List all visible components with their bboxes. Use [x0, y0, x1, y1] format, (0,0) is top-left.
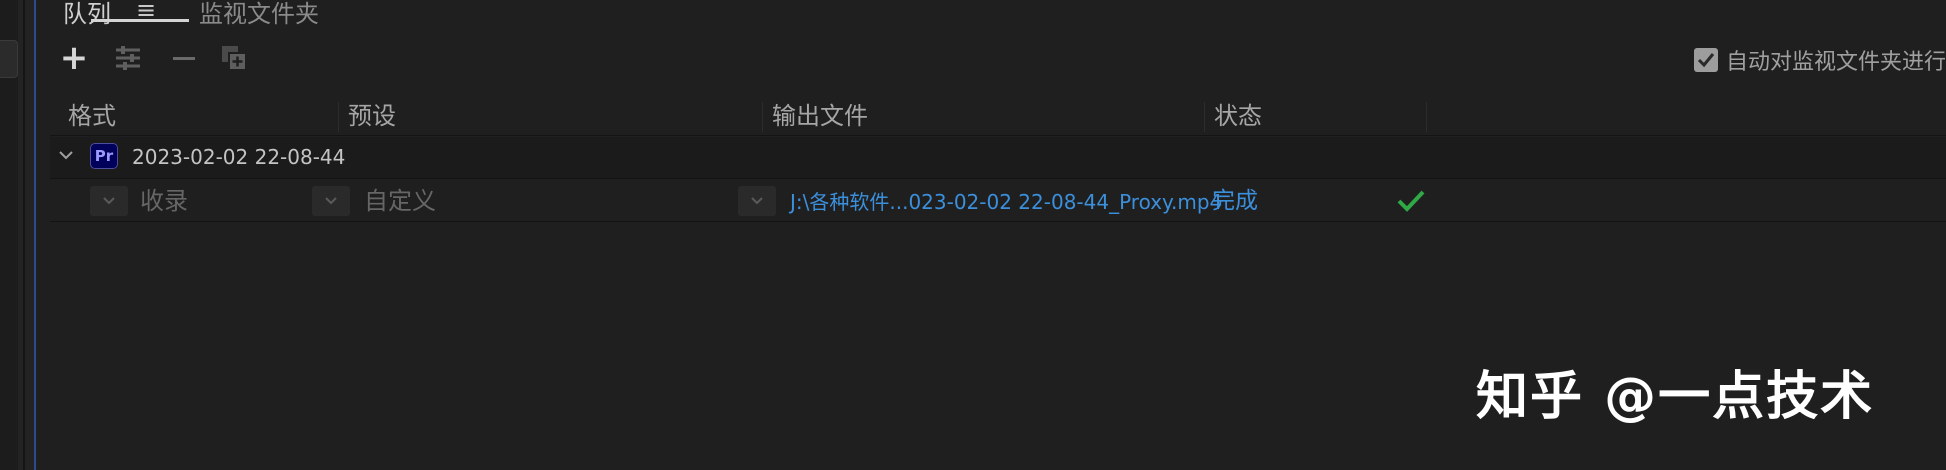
tab-queue[interactable]: 队列 — [63, 0, 111, 29]
auto-encode-label: 自动对监视文件夹进行 — [1725, 50, 1946, 75]
preset-dropdown[interactable] — [312, 186, 350, 216]
chevron-down-icon — [751, 197, 763, 205]
active-tab-indicator — [91, 19, 189, 22]
queue-table-header: 格式 预设 输出文件 状态 — [50, 98, 1946, 136]
watermark: 知乎 @一点技术 — [1476, 367, 1875, 427]
queue-item-row[interactable]: 收录 自定义 J:\各种软件...023-02-02 22-08-44_Prox… — [50, 180, 1946, 222]
column-divider[interactable] — [1204, 102, 1205, 132]
duplicate-icon — [222, 46, 247, 71]
preset-value: 自定义 — [364, 187, 436, 215]
add-source-button[interactable]: + — [59, 38, 89, 78]
output-file-link[interactable]: J:\各种软件...023-02-02 22-08-44_Proxy.mp4 — [790, 187, 1222, 217]
auto-encode-checkbox[interactable] — [1693, 48, 1718, 72]
settings-sliders-icon — [116, 46, 140, 70]
remove-icon — [173, 56, 195, 60]
format-dropdown[interactable] — [90, 186, 128, 216]
panel-divider[interactable] — [23, 0, 25, 470]
column-divider[interactable] — [338, 102, 339, 132]
queue-empty-area[interactable] — [50, 223, 1946, 470]
column-divider[interactable] — [1426, 102, 1427, 132]
auto-encode-option[interactable]: 自动对监视文件夹进行 — [1693, 46, 1946, 75]
queue-group-name: 2023-02-02 22-08-44 — [132, 145, 346, 169]
left-panel-control[interactable] — [0, 40, 18, 78]
checkmark-icon — [1697, 53, 1715, 68]
app-window: 队列 ≡ 监视文件夹 + 自动对监视文件夹进行 格式 预设 输出文件 状态 Pr… — [0, 0, 1946, 470]
add-icon: + — [59, 38, 89, 78]
column-divider[interactable] — [762, 102, 763, 132]
chevron-down-icon — [325, 197, 337, 205]
column-header-status[interactable]: 状态 — [1206, 98, 1262, 136]
queue-settings-button[interactable] — [114, 44, 142, 72]
column-header-output-file[interactable]: 输出文件 — [764, 98, 868, 136]
queue-group-row[interactable]: Pr 2023-02-02 22-08-44 — [50, 137, 1946, 179]
output-dropdown[interactable] — [738, 186, 776, 216]
column-header-format[interactable]: 格式 — [60, 98, 116, 136]
chevron-down-icon[interactable] — [58, 147, 74, 163]
premiere-pro-badge: Pr — [90, 143, 118, 169]
checkmark-icon — [1397, 190, 1425, 212]
duplicate-button[interactable] — [220, 44, 248, 72]
column-header-preset[interactable]: 预设 — [340, 98, 396, 136]
format-value: 收录 — [140, 187, 188, 215]
remove-button[interactable] — [170, 44, 198, 72]
chevron-down-icon — [103, 197, 115, 205]
tab-watch-folders[interactable]: 监视文件夹 — [199, 0, 319, 29]
status-value: 完成 — [1212, 188, 1258, 214]
